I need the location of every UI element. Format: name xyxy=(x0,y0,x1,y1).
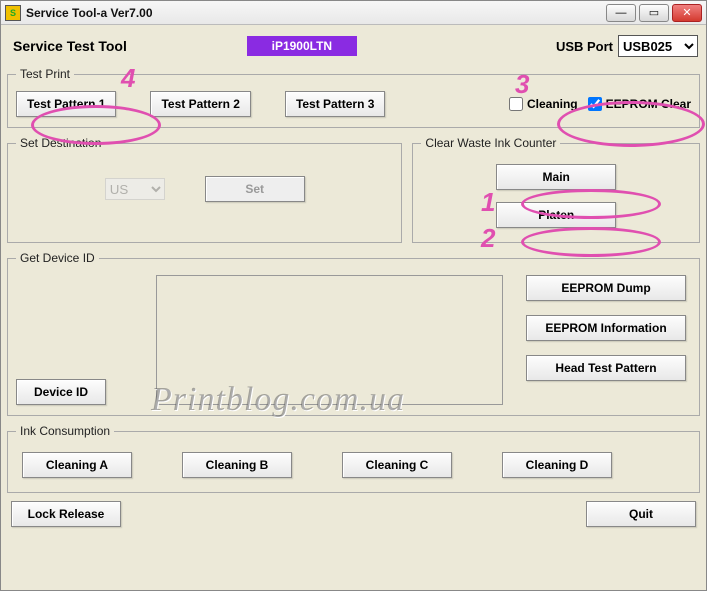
eeprom-info-button[interactable]: EEPROM Information xyxy=(526,315,686,341)
window-controls: — ▭ ✕ xyxy=(606,4,702,22)
maximize-button[interactable]: ▭ xyxy=(639,4,669,22)
quit-button[interactable]: Quit xyxy=(586,501,696,527)
head-test-pattern-button[interactable]: Head Test Pattern xyxy=(526,355,686,381)
window-title: Service Tool-a Ver7.00 xyxy=(26,6,606,20)
test-pattern-2-button[interactable]: Test Pattern 2 xyxy=(150,91,250,117)
titlebar: S Service Tool-a Ver7.00 — ▭ ✕ xyxy=(1,1,706,25)
get-device-id-inner: Device ID EEPROM Dump EEPROM Information… xyxy=(16,275,691,405)
cleaning-d-button[interactable]: Cleaning D xyxy=(502,452,612,478)
test-pattern-3-button[interactable]: Test Pattern 3 xyxy=(285,91,385,117)
get-device-id-group: Get Device ID Device ID EEPROM Dump EEPR… xyxy=(7,251,700,416)
test-print-row: Test Pattern 1 Test Pattern 2 Test Patte… xyxy=(16,91,691,117)
platen-button[interactable]: Platen xyxy=(496,202,616,228)
lock-release-button[interactable]: Lock Release xyxy=(11,501,121,527)
set-destination-group: Set Destination US Set xyxy=(7,136,402,243)
cleaning-a-button[interactable]: Cleaning A xyxy=(22,452,132,478)
clear-waste-legend: Clear Waste Ink Counter xyxy=(421,136,560,150)
device-id-right: EEPROM Dump EEPROM Information Head Test… xyxy=(521,275,691,381)
mid-row: Set Destination US Set Clear Waste Ink C… xyxy=(7,136,700,251)
usb-port-select[interactable]: USB025 xyxy=(618,35,698,57)
close-button[interactable]: ✕ xyxy=(672,4,702,22)
test-print-checks: Cleaning EEPROM Clear xyxy=(509,97,691,111)
cleaning-checkbox[interactable] xyxy=(509,97,523,111)
app-icon: S xyxy=(5,5,21,21)
model-badge: iP1900LTN xyxy=(247,36,357,56)
device-id-left: Device ID xyxy=(16,275,146,405)
cleaning-checkbox-label[interactable]: Cleaning xyxy=(509,97,578,111)
cleaning-c-button[interactable]: Cleaning C xyxy=(342,452,452,478)
set-button: Set xyxy=(205,176,305,202)
header-row: Service Test Tool iP1900LTN USB Port USB… xyxy=(7,31,700,61)
test-print-legend: Test Print xyxy=(16,67,74,81)
footer-row: Lock Release Quit xyxy=(7,501,700,527)
eeprom-clear-text: EEPROM Clear xyxy=(606,97,691,111)
test-print-group: Test Print Test Pattern 1 Test Pattern 2… xyxy=(7,67,700,128)
minimize-button[interactable]: — xyxy=(606,4,636,22)
set-destination-legend: Set Destination xyxy=(16,136,105,150)
eeprom-dump-button[interactable]: EEPROM Dump xyxy=(526,275,686,301)
ink-row: Cleaning A Cleaning B Cleaning C Cleanin… xyxy=(16,448,691,482)
clear-waste-group: Clear Waste Ink Counter Main Platen xyxy=(412,136,700,243)
client-area: Service Test Tool iP1900LTN USB Port USB… xyxy=(7,31,700,584)
device-id-button[interactable]: Device ID xyxy=(16,379,106,405)
cleaning-b-button[interactable]: Cleaning B xyxy=(182,452,292,478)
set-destination-inner: US Set xyxy=(16,160,393,218)
test-pattern-1-button[interactable]: Test Pattern 1 xyxy=(16,91,116,117)
get-device-id-legend: Get Device ID xyxy=(16,251,99,265)
usb-port-label: USB Port xyxy=(556,39,613,54)
eeprom-clear-checkbox-label[interactable]: EEPROM Clear xyxy=(588,97,691,111)
cleaning-text: Cleaning xyxy=(527,97,578,111)
device-id-output xyxy=(156,275,503,405)
ink-consumption-legend: Ink Consumption xyxy=(16,424,114,438)
ink-consumption-group: Ink Consumption Cleaning A Cleaning B Cl… xyxy=(7,424,700,493)
usb-port-wrap: USB Port USB025 xyxy=(556,35,698,57)
clear-waste-inner: Main Platen xyxy=(421,160,691,232)
eeprom-clear-checkbox[interactable] xyxy=(588,97,602,111)
destination-select: US xyxy=(105,178,165,200)
app-window: S Service Tool-a Ver7.00 — ▭ ✕ Service T… xyxy=(0,0,707,591)
tool-label: Service Test Tool xyxy=(13,38,127,54)
main-button[interactable]: Main xyxy=(496,164,616,190)
